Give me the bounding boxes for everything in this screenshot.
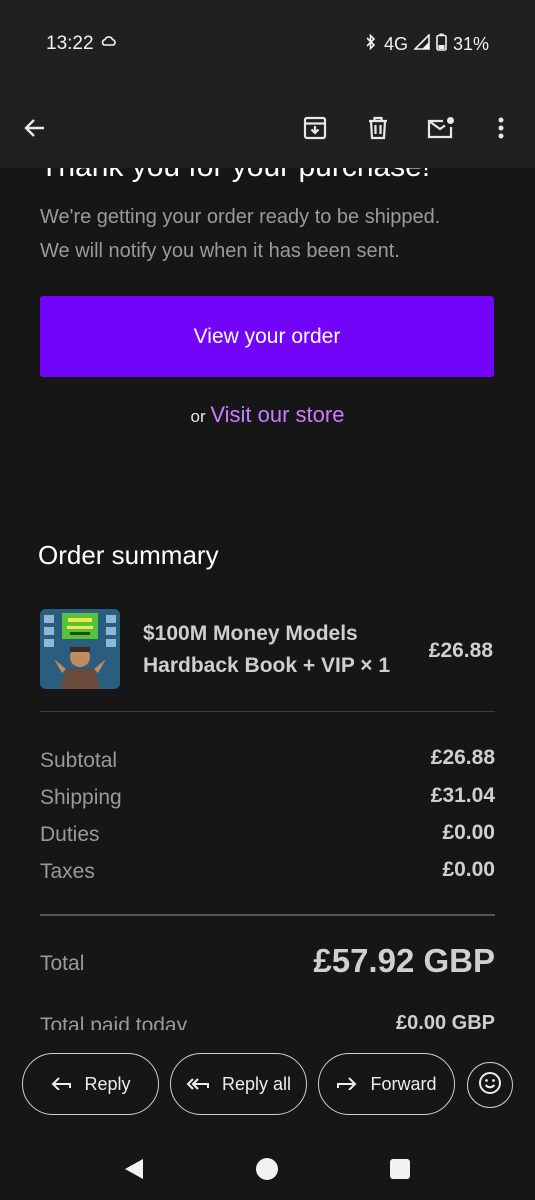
- archive-icon[interactable]: [298, 111, 332, 145]
- reply-icon: [50, 1074, 72, 1095]
- totals-divider: [40, 914, 495, 916]
- emoji-icon: [478, 1071, 502, 1100]
- signal-icon: [413, 33, 430, 55]
- status-bar: 13:22 4G 31%: [0, 0, 535, 88]
- forward-icon: [336, 1074, 358, 1095]
- bluetooth-icon: [364, 33, 378, 56]
- subtotal-label: Subtotal: [40, 749, 118, 772]
- reply-label: Reply: [84, 1073, 131, 1094]
- total-value: £57.92 GBP: [313, 942, 495, 979]
- or-text: or: [190, 407, 206, 426]
- mark-unread-icon[interactable]: [424, 111, 458, 145]
- network-type: 4G: [383, 34, 408, 54]
- system-nav-bar: [0, 1140, 535, 1200]
- total-label: Total: [40, 952, 85, 975]
- battery-level: 31%: [452, 34, 489, 54]
- email-heading: Thank you for your purchase!: [40, 168, 430, 184]
- duties-label: Duties: [40, 823, 100, 846]
- forward-label: Forward: [370, 1073, 437, 1094]
- reply-button[interactable]: Reply: [22, 1053, 159, 1115]
- delete-icon[interactable]: [361, 111, 395, 145]
- visit-store-link[interactable]: Visit our store: [210, 402, 344, 427]
- email-intro: We're getting your order ready to be shi…: [40, 200, 510, 268]
- duties-value: £0.00: [442, 821, 495, 844]
- forward-button[interactable]: Forward: [318, 1053, 455, 1115]
- email-body: Thank you for your purchase! We're getti…: [0, 168, 535, 1030]
- reply-all-label: Reply all: [221, 1073, 292, 1094]
- nav-back-icon[interactable]: [123, 1158, 145, 1185]
- status-time: 13:22: [46, 33, 94, 54]
- more-vert-icon[interactable]: [484, 111, 518, 145]
- reply-all-button[interactable]: Reply all: [170, 1053, 307, 1115]
- summary-divider: [40, 711, 495, 712]
- store-line: or Visit our store: [0, 402, 535, 428]
- view-order-button[interactable]: View your order: [40, 296, 494, 377]
- taxes-value: £0.00: [442, 858, 495, 881]
- emoji-reaction-button[interactable]: [467, 1062, 513, 1108]
- email-app-bar: [0, 88, 535, 168]
- product-name-line-2: Hardback Book + VIP × 1: [143, 654, 391, 677]
- product-price: £26.88: [428, 639, 493, 662]
- back-arrow-icon[interactable]: [18, 111, 52, 145]
- reply-bar: Reply Reply all Forward: [0, 1030, 535, 1140]
- shipping-label: Shipping: [40, 786, 122, 809]
- intro-line-1: We're getting your order ready to be shi…: [40, 206, 441, 228]
- paid-today-label: Total paid today: [40, 1014, 188, 1030]
- subtotal-value: £26.88: [430, 746, 495, 769]
- taxes-label: Taxes: [40, 860, 95, 883]
- nav-recents-icon[interactable]: [390, 1159, 410, 1184]
- nav-home-icon[interactable]: [256, 1158, 278, 1185]
- cloud-icon: [101, 33, 117, 54]
- product-name-line-1: $100M Money Models: [143, 622, 358, 645]
- product-thumbnail: [40, 609, 120, 689]
- paid-today-value: £0.00 GBP: [396, 1012, 495, 1030]
- shipping-value: £31.04: [430, 784, 495, 807]
- intro-line-2: We will notify you when it has been sent…: [40, 240, 400, 262]
- battery-icon: [436, 33, 447, 56]
- reply-all-icon: [186, 1074, 210, 1095]
- order-summary-title: Order summary: [38, 540, 219, 570]
- product-name: $100M Money Models Hardback Book + VIP ×…: [143, 618, 413, 682]
